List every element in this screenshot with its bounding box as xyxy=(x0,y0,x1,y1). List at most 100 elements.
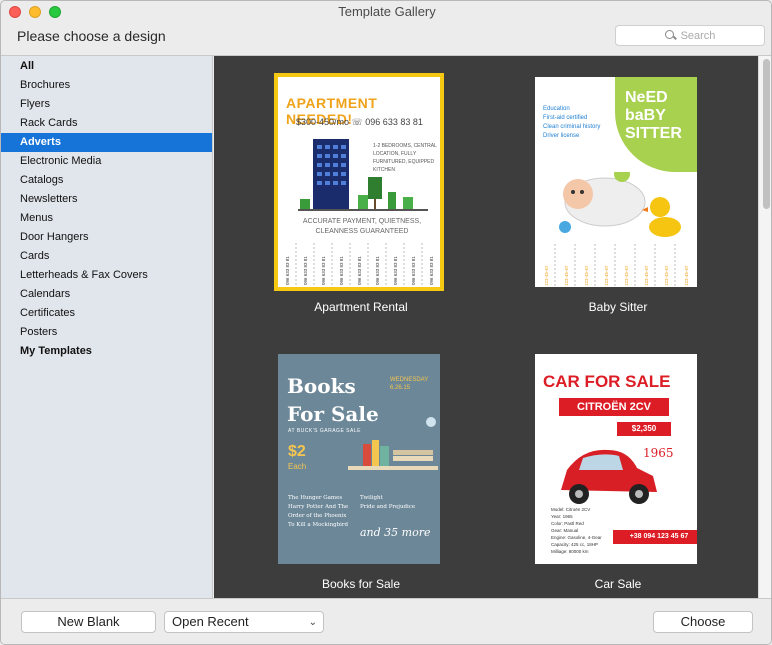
books-list-right: Twilight Pride and Prejudice xyxy=(360,494,415,512)
sidebar-item-electronic-media[interactable]: Electronic Media xyxy=(1,152,212,171)
books-date-value: 6.26.15 xyxy=(390,385,411,391)
template-thumbnail-apartment[interactable]: APARTMENT NEEDED! $300-450/mo ☏ 096 633 … xyxy=(274,73,444,291)
close-window-button[interactable] xyxy=(9,6,21,18)
template-gallery: APARTMENT NEEDED! $300-450/mo ☏ 096 633 … xyxy=(214,56,758,598)
tear-tab-text: 096 633 83 81 xyxy=(393,256,398,285)
car-title: CAR FOR SALE xyxy=(543,372,671,391)
baby-title-line-3: SITTER xyxy=(625,125,682,142)
books-price: $2 xyxy=(288,443,306,460)
minimize-window-button[interactable] xyxy=(29,6,41,18)
tear-tab-text: 096 633 83 81 xyxy=(411,256,416,285)
baby-tear-tabs: 123-45-67 123-45-67 123-45-67 123-45-67 123-… xyxy=(544,244,689,287)
car-price: $2,350 xyxy=(617,422,671,436)
baby-list-item: First-aid certified xyxy=(543,115,588,121)
chevron-updown-icon: ⌄ xyxy=(308,617,317,628)
zoom-window-button[interactable] xyxy=(49,6,61,18)
books-each: Each xyxy=(288,462,307,471)
baby-title: NeED baBY SITTER xyxy=(625,89,682,143)
caption-books-for-sale: Books for Sale xyxy=(321,577,401,591)
book-title: The Hunger Games xyxy=(288,495,343,501)
tear-tab-text: 123-45-67 xyxy=(684,265,689,286)
bottom-bar: New Blank Open Recent ⌄ Choose xyxy=(1,598,771,644)
scrollbar-thumb[interactable] xyxy=(763,59,770,209)
book-title: To Kill a Mockingbird xyxy=(288,522,349,528)
baby-title-line-2: baBY xyxy=(625,107,666,124)
books-date: WEDNESDAY 6.26.15 xyxy=(390,376,428,392)
baby-list-item: Education xyxy=(543,106,570,112)
gallery-scrollbar[interactable] xyxy=(758,56,771,598)
tear-tab-text: 123-45-67 xyxy=(624,265,629,286)
template-thumbnail-car[interactable]: CAR FOR SALE CITROËN 2CV $2,350 1965 Mod… xyxy=(535,354,697,564)
caption-car-sale: Car Sale xyxy=(594,577,642,591)
template-thumbnail-books[interactable]: Books For Sale AT BUCK'S GARAGE SALE WED… xyxy=(278,354,440,564)
books-date-day: WEDNESDAY xyxy=(390,377,429,383)
new-blank-button[interactable]: New Blank xyxy=(21,611,156,633)
book-title: Pride and Prejudice xyxy=(360,504,416,510)
template-thumbnail-baby-sitter[interactable]: NeED baBY SITTER Education First-aid cer… xyxy=(535,77,697,287)
baby-list-item: Clean criminal history xyxy=(543,124,601,130)
open-recent-dropdown[interactable]: Open Recent ⌄ xyxy=(164,611,324,633)
search-icon xyxy=(664,30,676,41)
car-spec-row: Year: 1965 xyxy=(551,514,573,519)
sidebar-item-all[interactable]: All xyxy=(1,57,212,76)
apartment-description: 1-2 BEDROOMS, CENTRAL LOCATION, FULLY FU… xyxy=(373,143,437,173)
car-spec-row: Gear: Manual xyxy=(551,528,579,533)
apartment-footer: ACCURATE PAYMENT, QUIETNESS, CLEANNESS G… xyxy=(302,218,422,235)
template-gallery-window: Template Gallery Please choose a design … xyxy=(0,0,772,645)
baby-list-item: Driver license xyxy=(543,133,580,139)
sidebar-item-letterheads[interactable]: Letterheads & Fax Covers xyxy=(1,266,212,285)
sidebar-item-rack-cards[interactable]: Rack Cards xyxy=(1,114,212,133)
baby-qualifications-list: Education First-aid certified Clean crim… xyxy=(543,105,600,141)
tear-tab-text: 123-45-67 xyxy=(604,265,609,286)
car-spec-row: Capacity: 425 cc, 18HP xyxy=(551,542,599,547)
books-list-left: The Hunger Games Harry Potter And The Or… xyxy=(288,494,348,530)
car-illustration xyxy=(561,449,657,504)
tear-tab-text: 096 633 83 81 xyxy=(339,256,344,285)
sidebar-item-door-hangers[interactable]: Door Hangers xyxy=(1,228,212,247)
tear-tab-text: 096 633 83 81 xyxy=(303,256,308,285)
choose-button[interactable]: Choose xyxy=(653,611,753,633)
sidebar-item-catalogs[interactable]: Catalogs xyxy=(1,171,212,190)
tear-tab-text: 123-45-67 xyxy=(584,265,589,286)
title-bar: Template Gallery xyxy=(1,1,771,23)
bookshelf-illustration xyxy=(348,417,438,470)
tear-tab-text: 096 633 83 81 xyxy=(285,256,290,285)
caption-baby-sitter: Baby Sitter xyxy=(588,300,648,314)
car-spec-row: Color: Pastl Red xyxy=(551,521,584,526)
sidebar-item-brochures[interactable]: Brochures xyxy=(1,76,212,95)
sidebar-item-calendars[interactable]: Calendars xyxy=(1,285,212,304)
apartment-price-line: $300-450/mo ☏ 096 633 83 81 xyxy=(296,117,423,127)
window-title: Template Gallery xyxy=(338,4,436,19)
books-title-line-1: Books xyxy=(287,374,356,398)
sidebar-item-flyers[interactable]: Flyers xyxy=(1,95,212,114)
car-spec-row: Model: Citroën 2CV xyxy=(551,507,591,512)
baby-title-line-1: NeED xyxy=(625,89,668,106)
tear-tab-text: 096 633 83 81 xyxy=(429,256,434,285)
sidebar-item-menus[interactable]: Menus xyxy=(1,209,212,228)
sidebar-item-adverts[interactable]: Adverts xyxy=(1,133,212,152)
sidebar-item-newsletters[interactable]: Newsletters xyxy=(1,190,212,209)
book-title: Twilight xyxy=(360,495,383,501)
sidebar-item-my-templates[interactable]: My Templates xyxy=(1,342,212,361)
car-specs: Model: Citroën 2CV Year: 1965 Color: Pas… xyxy=(551,506,602,555)
car-phone: +38 094 123 45 67 xyxy=(613,530,697,544)
category-sidebar: All Brochures Flyers Rack Cards Adverts … xyxy=(1,56,213,598)
sidebar-item-posters[interactable]: Posters xyxy=(1,323,212,342)
search-field[interactable]: Search xyxy=(615,25,765,46)
tear-tab-text: 096 633 83 81 xyxy=(321,256,326,285)
sidebar-item-certificates[interactable]: Certificates xyxy=(1,304,212,323)
baby-illustration xyxy=(559,172,681,237)
apartment-tear-tabs: 096 633 83 81 096 633 83 81 096 633 83 81 0… xyxy=(285,243,434,287)
tear-tab-text: 096 633 83 81 xyxy=(375,256,380,285)
search-placeholder: Search xyxy=(680,29,716,42)
book-title: Harry Potter And The xyxy=(288,504,349,510)
tear-tab-text: 123-45-67 xyxy=(544,265,549,286)
page-subtitle: Please choose a design xyxy=(17,28,166,44)
tear-tab-text: 123-45-67 xyxy=(664,265,669,286)
open-recent-label: Open Recent xyxy=(172,614,249,629)
caption-apartment-rental: Apartment Rental xyxy=(314,300,408,314)
tear-tab-text: 096 633 83 81 xyxy=(357,256,362,285)
tear-tab-text: 123-45-67 xyxy=(564,265,569,286)
sidebar-item-cards[interactable]: Cards xyxy=(1,247,212,266)
car-model-banner: CITROËN 2CV xyxy=(559,398,669,416)
